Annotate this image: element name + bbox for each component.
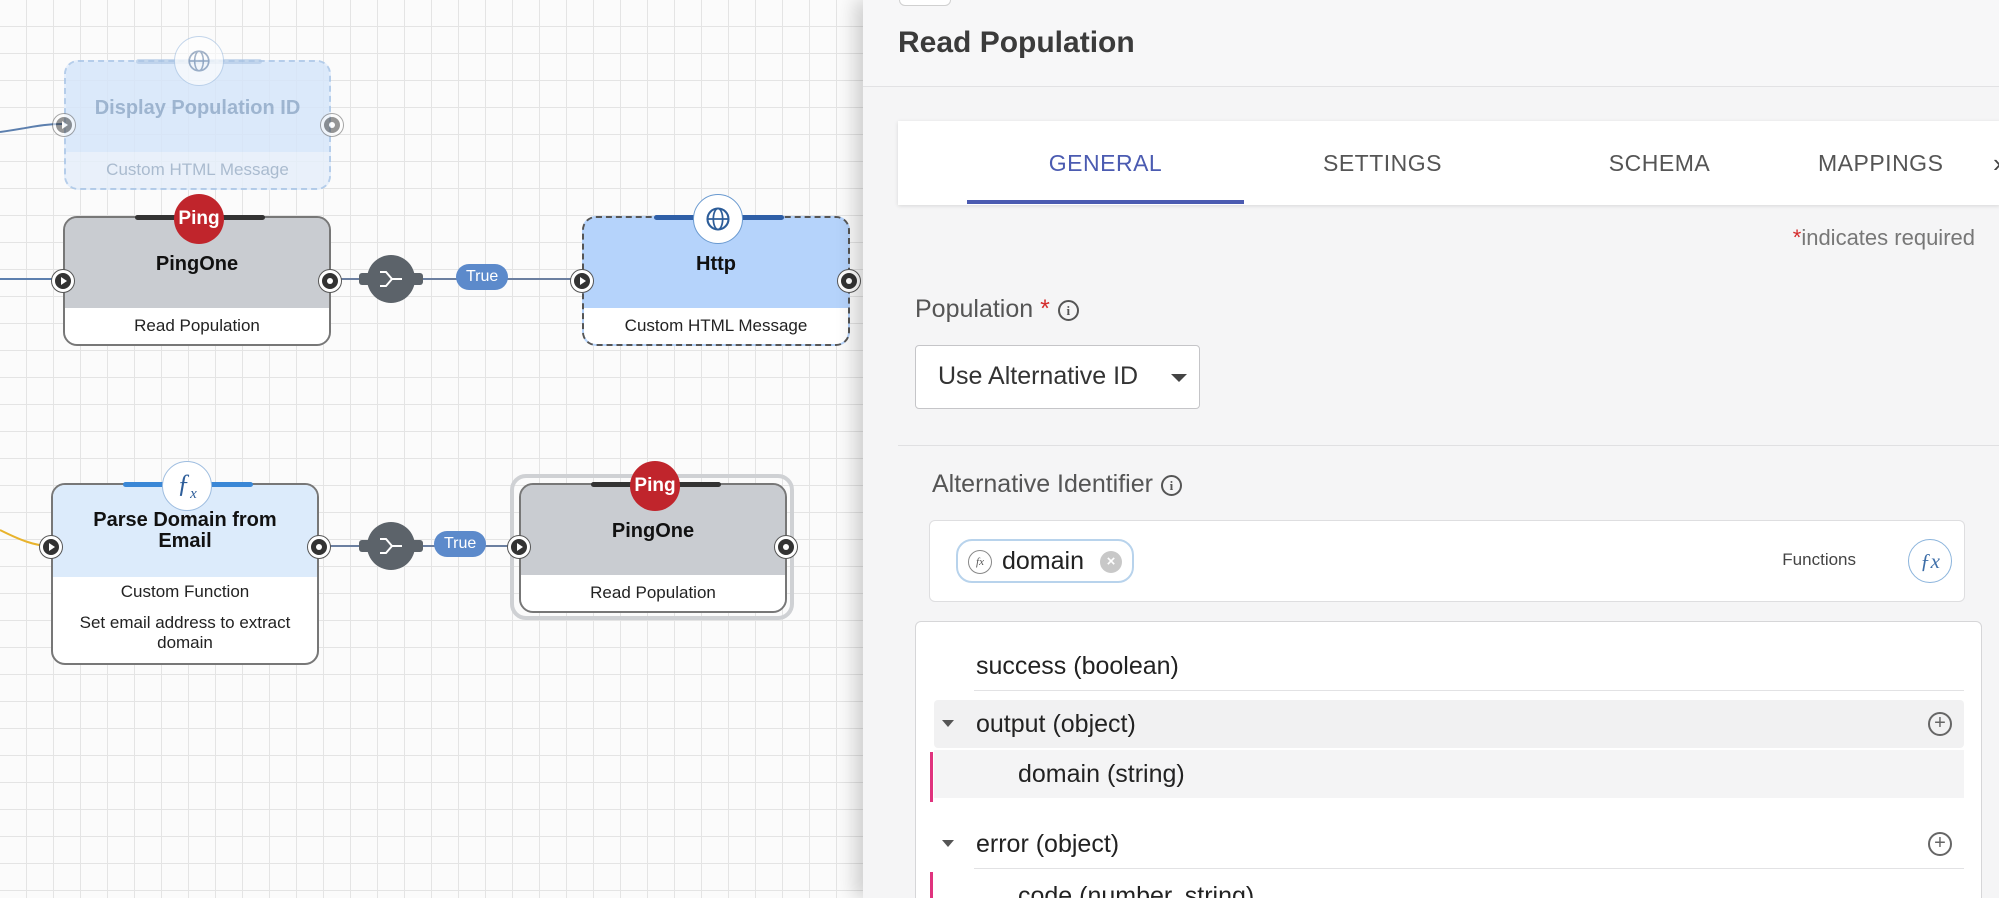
- condition-node-icon[interactable]: [359, 255, 423, 303]
- caret-down-icon[interactable]: [942, 720, 954, 727]
- caret-down-icon[interactable]: [942, 840, 954, 847]
- node-http[interactable]: Http Custom HTML Message: [571, 194, 860, 346]
- fx-icon: ƒx: [162, 461, 212, 511]
- tab-mappings[interactable]: MAPPINGS: [1798, 121, 1948, 205]
- panel-title: Read Population: [898, 26, 1135, 59]
- population-label: Population * i: [915, 295, 1079, 324]
- tab-bar: GENERAL SETTINGS SCHEMA MAPPINGS: [898, 121, 1999, 205]
- input-port[interactable]: [40, 536, 62, 558]
- node-parse-domain-from-email[interactable]: Parse Domain from Email Custom Function …: [40, 461, 330, 665]
- node-subtitle: Read Population: [65, 308, 329, 344]
- tab-settings[interactable]: SETTINGS: [1244, 121, 1521, 205]
- globe-icon: [174, 36, 224, 86]
- flow-canvas[interactable]: Display Population ID Custom HTML Messag…: [0, 0, 870, 898]
- input-port[interactable]: [52, 270, 74, 292]
- add-icon[interactable]: +: [1928, 712, 1952, 736]
- true-label: True: [434, 531, 487, 557]
- divider: [898, 445, 1999, 446]
- node-subtitle: Custom HTML Message: [584, 308, 848, 344]
- info-icon[interactable]: i: [1160, 474, 1182, 496]
- population-select[interactable]: Use Alternative ID: [915, 345, 1200, 409]
- remove-chip-icon[interactable]: ×: [1100, 551, 1122, 573]
- tree-item-success[interactable]: success (boolean): [934, 642, 1964, 690]
- node-description: Set email address to extract domain: [79, 613, 291, 652]
- tree-item-error[interactable]: error (object) +: [934, 820, 1964, 868]
- active-tab-indicator: [967, 200, 1244, 204]
- node-subtitle: Read Population: [521, 575, 785, 611]
- alternative-identifier-input[interactable]: fx domain × Functions ƒx: [929, 520, 1965, 602]
- tab-general[interactable]: GENERAL: [967, 121, 1244, 205]
- caret-down-icon: [1171, 374, 1187, 382]
- node-config-panel: Read Population GENERAL SETTINGS SCHEMA …: [863, 0, 1999, 898]
- tree-item-code[interactable]: code (number, string): [934, 872, 1964, 898]
- domain-chip[interactable]: fx domain ×: [956, 539, 1134, 583]
- panel-header: Read Population: [863, 0, 1999, 87]
- condition-node-icon[interactable]: [359, 522, 423, 570]
- input-port[interactable]: [571, 270, 593, 292]
- alternative-identifier-label: Alternative Identifier i: [932, 470, 1182, 499]
- ping-logo-icon: Ping: [630, 461, 680, 511]
- node-pingone-read-population[interactable]: PingOne Read Population Ping: [52, 194, 341, 346]
- output-port[interactable]: [838, 270, 860, 292]
- output-port[interactable]: [775, 536, 797, 558]
- globe-icon: [693, 194, 743, 244]
- add-icon[interactable]: +: [1928, 832, 1952, 856]
- tab-schema[interactable]: SCHEMA: [1521, 121, 1798, 205]
- node-subtitle: Custom HTML Message: [66, 152, 329, 188]
- fx-icon: fx: [968, 550, 992, 574]
- ping-logo-icon: Ping: [174, 194, 224, 244]
- input-port[interactable]: [508, 536, 530, 558]
- schema-tree: success (boolean) output (object) + doma…: [915, 621, 1982, 898]
- chevron-right-icon[interactable]: ›: [1993, 148, 1999, 179]
- tree-item-output[interactable]: output (object) +: [934, 700, 1964, 748]
- node-subtitle: Custom Function: [120, 582, 250, 601]
- panel-top-button[interactable]: [899, 0, 951, 6]
- output-port[interactable]: [321, 114, 343, 136]
- node-pingone-read-population-2[interactable]: PingOne Read Population Ping: [508, 461, 797, 613]
- info-icon[interactable]: i: [1057, 299, 1079, 321]
- true-label: True: [456, 264, 509, 290]
- output-port[interactable]: [308, 536, 330, 558]
- input-port[interactable]: [53, 114, 75, 136]
- node-display-population-id[interactable]: Display Population ID Custom HTML Messag…: [53, 36, 343, 190]
- output-port[interactable]: [319, 270, 341, 292]
- functions-label: Functions: [1782, 550, 1856, 569]
- required-note: *indicates required: [1792, 225, 1975, 250]
- functions-fx-button[interactable]: ƒx: [1908, 539, 1952, 583]
- tree-item-domain[interactable]: domain (string): [934, 750, 1964, 798]
